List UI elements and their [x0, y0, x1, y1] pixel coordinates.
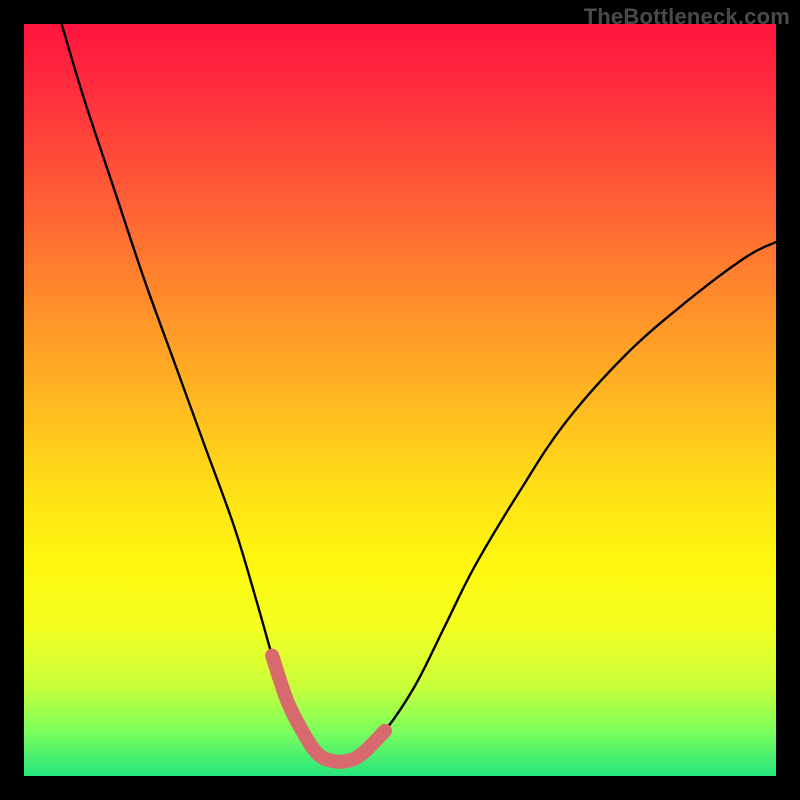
bottleneck-curve-path: [62, 24, 776, 762]
curve-svg: [24, 24, 776, 776]
plot-area: [24, 24, 776, 776]
bottleneck-curve-highlight: [272, 656, 385, 762]
chart-frame: TheBottleneck.com: [0, 0, 800, 800]
